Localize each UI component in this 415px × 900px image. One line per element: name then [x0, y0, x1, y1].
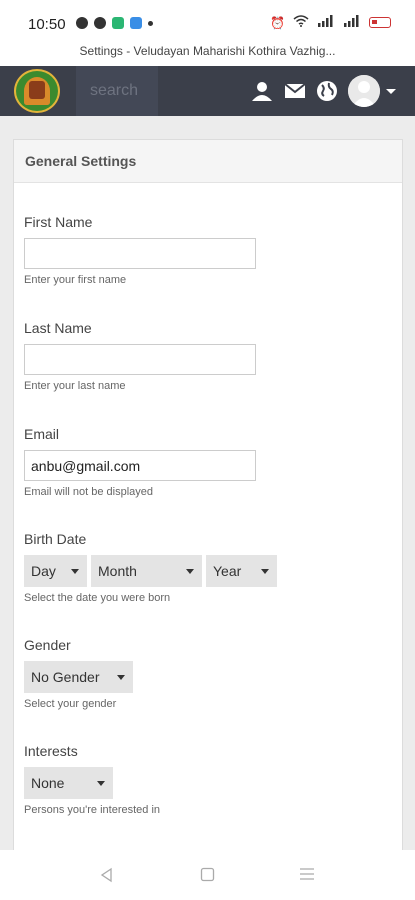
gender-label: Gender: [24, 637, 71, 653]
system-navigation-bar: [0, 850, 415, 900]
last-name-label: Last Name: [24, 320, 92, 336]
temple-logo-detail: [29, 81, 45, 99]
email-group: Email Email will not be displayed: [24, 426, 256, 498]
month-select-value: Month: [98, 563, 137, 579]
whatsapp-icon: [76, 17, 88, 29]
mail-icon[interactable]: [283, 79, 307, 103]
search-box: [76, 66, 158, 116]
signal-icon: [317, 15, 335, 30]
interests-help: Persons you're interested in: [24, 804, 161, 816]
birth-date-selects: Day Month Year: [24, 555, 277, 587]
interests-group: Interests None Persons you're interested…: [24, 743, 160, 816]
panel-title: General Settings: [14, 140, 402, 183]
day-select-value: Day: [31, 563, 56, 579]
more-notifications-icon: [148, 20, 153, 26]
signal-icon: [343, 15, 361, 30]
caret-down-icon: [71, 568, 79, 574]
page-title: Settings - Veludayan Maharishi Kothira V…: [79, 44, 336, 58]
gender-select-value: No Gender: [31, 669, 100, 685]
interests-select-value: None: [31, 775, 65, 791]
chevron-down-icon[interactable]: [386, 89, 396, 94]
wifi-icon: [293, 15, 309, 30]
app-icon: [130, 17, 142, 29]
first-name-label: First Name: [24, 214, 93, 230]
birth-date-group: Birth Date Day Month Year Select the dat…: [24, 531, 277, 604]
site-navbar: [0, 66, 415, 116]
birth-date-label: Birth Date: [24, 531, 87, 547]
menu-icon[interactable]: [299, 867, 315, 886]
caret-down-icon: [186, 568, 194, 574]
gender-help: Select your gender: [24, 698, 117, 710]
last-name-field[interactable]: [24, 344, 256, 375]
caret-down-icon: [117, 674, 125, 680]
caret-down-icon: [261, 568, 269, 574]
first-name-help: Enter your first name: [24, 274, 127, 286]
first-name-field[interactable]: [24, 238, 256, 269]
alarm-icon: ⏰: [270, 15, 285, 30]
caret-down-icon: [97, 780, 105, 786]
status-time: 10:50: [28, 16, 66, 33]
facebook-icon: [94, 17, 106, 29]
home-icon[interactable]: [200, 867, 215, 887]
battery-icon: [369, 17, 391, 28]
gender-group: Gender No Gender Select your gender: [24, 637, 133, 710]
avatar[interactable]: [348, 75, 380, 107]
browser-title-bar: Settings - Veludayan Maharishi Kothira V…: [0, 44, 415, 66]
email-label: Email: [24, 426, 60, 442]
notification-icons: [76, 17, 153, 29]
globe-icon[interactable]: [315, 79, 339, 103]
day-select[interactable]: Day: [24, 555, 87, 587]
user-icon[interactable]: [250, 79, 274, 103]
year-select[interactable]: Year: [206, 555, 277, 587]
interests-select[interactable]: None: [24, 767, 113, 799]
system-icons: ⏰: [270, 15, 391, 30]
last-name-group: Last Name Enter your last name: [24, 320, 256, 392]
search-input[interactable]: [76, 66, 158, 116]
year-select-value: Year: [213, 563, 242, 579]
last-name-help: Enter your last name: [24, 380, 126, 392]
status-bar: 10:50 ⏰: [0, 0, 415, 44]
first-name-group: First Name Enter your first name: [24, 214, 256, 286]
gender-select[interactable]: No Gender: [24, 661, 133, 693]
month-select[interactable]: Month: [91, 555, 202, 587]
site-logo[interactable]: [14, 69, 60, 113]
interests-label: Interests: [24, 743, 78, 759]
back-icon[interactable]: [99, 867, 115, 888]
email-help: Email will not be displayed: [24, 486, 154, 498]
birth-date-help: Select the date you were born: [24, 592, 171, 604]
app-icon: [112, 17, 124, 29]
email-field[interactable]: [24, 450, 256, 481]
